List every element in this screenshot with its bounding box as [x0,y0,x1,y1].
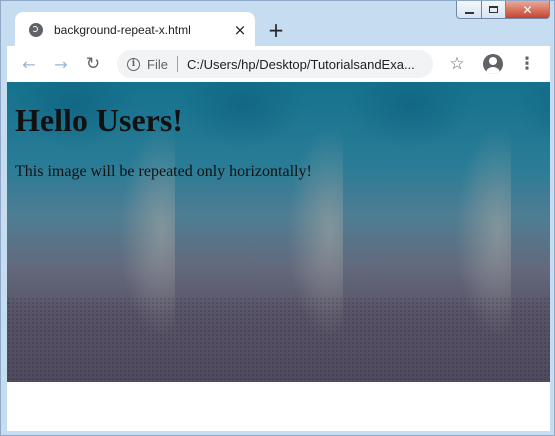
page-heading: Hello Users! [15,102,183,138]
menu-kebab-icon[interactable]: ⋮ [513,50,541,78]
browser-toolbar: ← → ↻ i File C:/Users/hp/Desktop/Tutoria… [7,46,550,82]
page-paragraph: This image will be repeated only horizon… [15,163,312,180]
minimize-icon [464,11,474,14]
page-viewport: Hello Users! This image will be repeated… [7,82,550,431]
background-dot-texture [7,297,550,382]
address-bar[interactable]: i File C:/Users/hp/Desktop/TutorialsandE… [117,50,433,78]
close-window-button[interactable]: ✕ [506,1,550,19]
tab-close-icon[interactable]: × [231,21,249,39]
browser-tab[interactable]: background-repeat-x.html × [15,12,255,47]
forward-arrow-icon[interactable]: → [47,50,75,78]
address-divider [176,56,178,72]
scheme-label: File [147,56,168,72]
profile-button[interactable] [479,50,507,78]
url-text[interactable]: C:/Users/hp/Desktop/TutorialsandExa... [187,57,415,72]
tab-title: background-repeat-x.html [54,22,191,37]
close-icon: ✕ [522,2,533,17]
bookmark-star-icon[interactable]: ☆ [443,50,471,78]
browser-window: ✕ background-repeat-x.html × + ← → ↻ i F… [0,0,555,436]
new-tab-button[interactable]: + [263,17,289,43]
globe-icon [29,22,43,37]
reload-icon[interactable]: ↻ [79,50,107,78]
maximize-icon [489,6,498,13]
back-arrow-icon[interactable]: ← [15,50,43,78]
window-controls: ✕ [456,1,550,19]
info-icon[interactable]: i [127,57,140,71]
avatar-icon [483,54,503,74]
maximize-button[interactable] [482,1,506,19]
minimize-button[interactable] [456,1,482,19]
